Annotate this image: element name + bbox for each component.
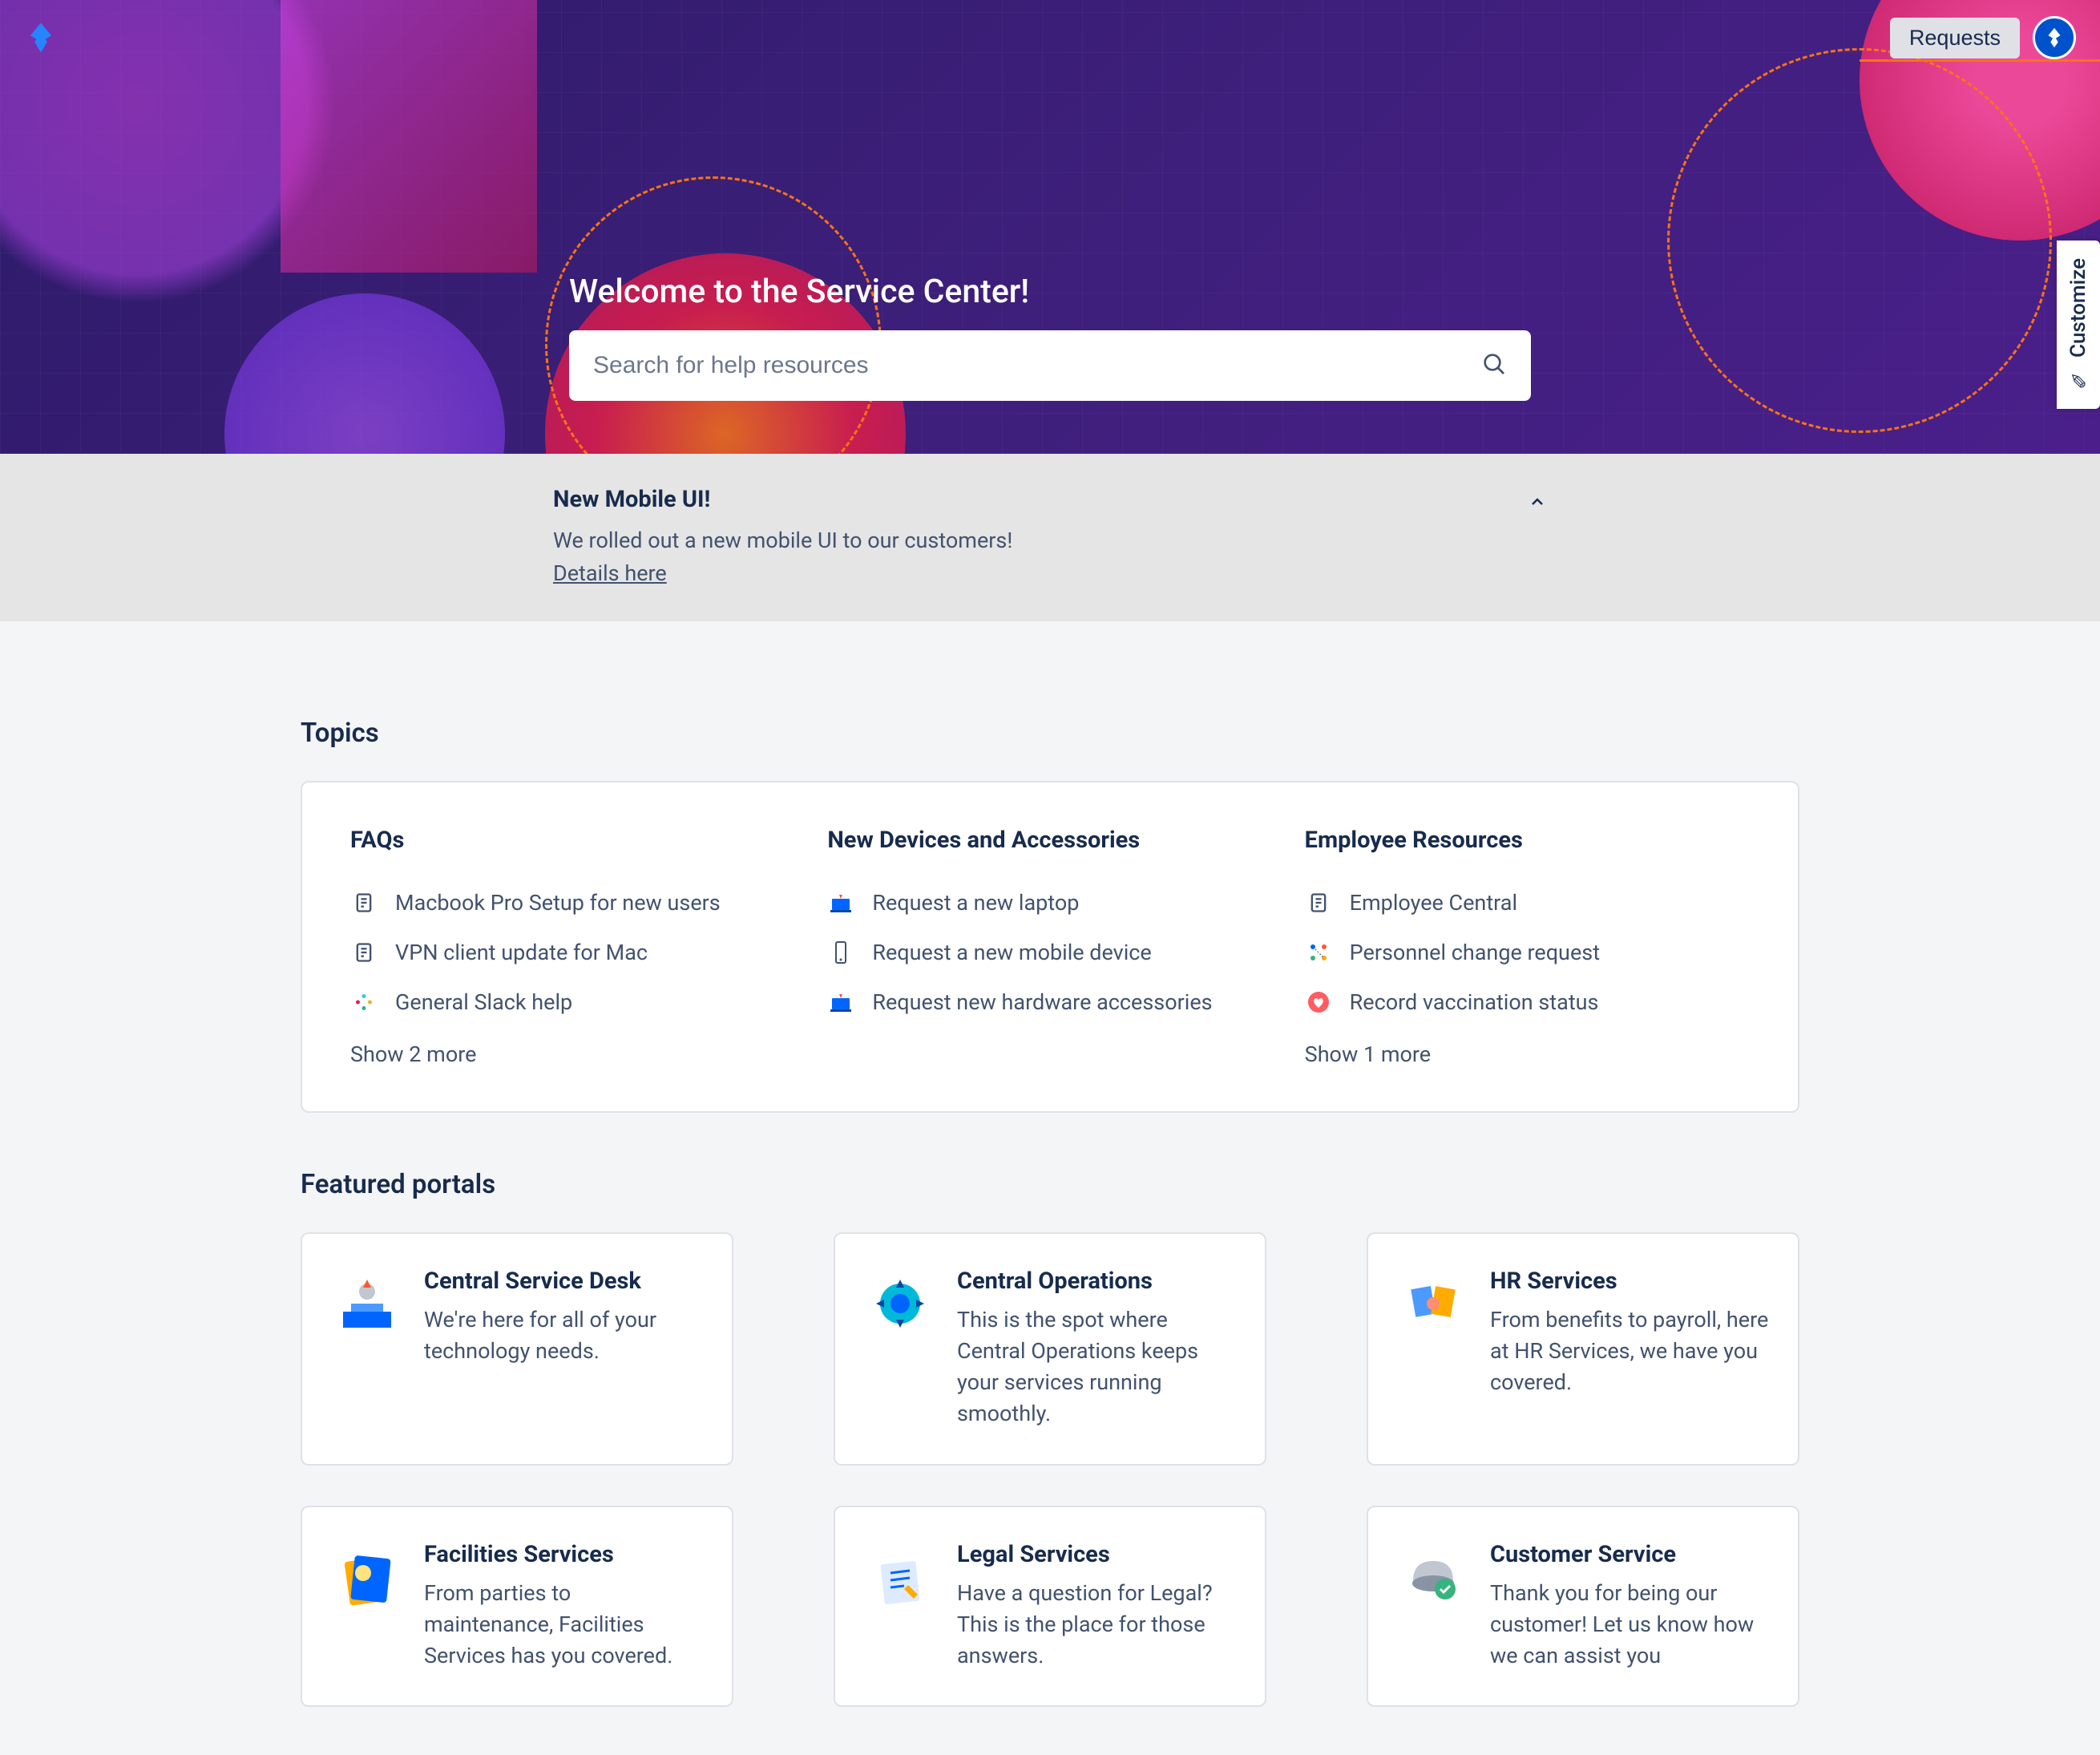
topic-item-label: General Slack help (395, 989, 572, 1015)
topic-col-heading: Employee Resources (1305, 827, 1750, 854)
portal-card[interactable]: Central Service Desk We're here for all … (301, 1232, 733, 1466)
search-container (569, 330, 1531, 401)
show-more-link[interactable]: Show 1 more (1305, 1041, 1750, 1067)
legal-icon (864, 1541, 936, 1613)
announcement-banner: New Mobile UI! We rolled out a new mobil… (0, 454, 2100, 621)
search-input[interactable] (593, 352, 1481, 379)
portal-desc: This is the spot where Central Operation… (957, 1304, 1236, 1430)
service-desk-icon (331, 1268, 403, 1340)
topic-item-label: Record vaccination status (1350, 989, 1599, 1015)
facilities-icon (331, 1541, 403, 1613)
app-logo-icon[interactable] (24, 21, 58, 55)
topic-item[interactable]: Request a new laptop (827, 878, 1272, 928)
document-icon (350, 939, 378, 966)
portal-desc: From benefits to payroll, here at HR Ser… (1490, 1304, 1769, 1398)
portal-title: HR Services (1490, 1268, 1769, 1295)
portal-desc: Thank you for being our customer! Let us… (1490, 1578, 1769, 1672)
topic-item[interactable]: General Slack help (350, 977, 795, 1027)
portal-desc: From parties to maintenance, Facilities … (424, 1578, 703, 1672)
hero-banner: Requests Welcome to the Service Center! (0, 0, 2100, 454)
document-icon (350, 889, 378, 916)
topic-item-label: Request a new mobile device (872, 940, 1151, 965)
phone-icon (827, 939, 854, 966)
portal-title: Central Operations (957, 1268, 1236, 1295)
search-icon[interactable] (1481, 351, 1507, 380)
topic-item[interactable]: Request a new mobile device (827, 928, 1272, 977)
portals-heading: Featured portals (301, 1169, 1799, 1200)
topic-col-heading: New Devices and Accessories (827, 827, 1272, 854)
portal-title: Customer Service (1490, 1541, 1769, 1568)
topics-heading: Topics (301, 718, 1799, 749)
chevron-up-icon[interactable] (1528, 492, 1547, 515)
portal-title: Legal Services (957, 1541, 1236, 1568)
dots-icon (1305, 939, 1332, 966)
portals-grid: Central Service Desk We're here for all … (301, 1232, 1799, 1707)
topic-item[interactable]: Macbook Pro Setup for new users (350, 878, 795, 928)
pencil-icon: ✎ (2066, 367, 2090, 391)
hero-title: Welcome to the Service Center! (569, 273, 1531, 311)
topic-item-label: Employee Central (1350, 890, 1517, 916)
portal-card[interactable]: Customer Service Thank you for being our… (1367, 1506, 1799, 1707)
portal-title: Facilities Services (424, 1541, 703, 1568)
portal-card[interactable]: Legal Services Have a question for Legal… (834, 1506, 1266, 1707)
operations-icon (864, 1268, 936, 1340)
document-icon (1305, 889, 1332, 916)
topic-item-label: Request a new laptop (872, 890, 1079, 916)
topic-item-label: Macbook Pro Setup for new users (395, 890, 721, 916)
portal-desc: Have a question for Legal? This is the p… (957, 1578, 1236, 1672)
show-more-link[interactable]: Show 2 more (350, 1041, 795, 1067)
announcement-link[interactable]: Details here (553, 560, 667, 586)
requests-button[interactable]: Requests (1890, 18, 2020, 59)
topics-card: FAQs Macbook Pro Setup for new users VPN… (301, 781, 1799, 1113)
topic-item-label: Personnel change request (1350, 940, 1600, 965)
customize-label: Customize (2066, 258, 2090, 358)
portal-desc: We're here for all of your technology ne… (424, 1304, 703, 1367)
slack-icon (350, 989, 378, 1016)
portal-title: Central Service Desk (424, 1268, 703, 1295)
topic-item[interactable]: Request new hardware accessories (827, 977, 1272, 1027)
announcement-body: We rolled out a new mobile UI to our cus… (553, 524, 1547, 589)
portal-card[interactable]: Facilities Services From parties to main… (301, 1506, 733, 1707)
topic-item[interactable]: Employee Central (1305, 878, 1750, 928)
laptop-icon (827, 989, 854, 1016)
customize-tab[interactable]: ✎ Customize (2057, 241, 2100, 409)
announcement-title: New Mobile UI! (553, 486, 1547, 513)
user-avatar[interactable] (2033, 16, 2076, 59)
portal-card[interactable]: Central Operations This is the spot wher… (834, 1232, 1266, 1466)
topic-item[interactable]: Personnel change request (1305, 928, 1750, 977)
topic-item-label: Request new hardware accessories (872, 989, 1212, 1015)
customer-icon (1397, 1541, 1469, 1613)
topic-item[interactable]: Record vaccination status (1305, 977, 1750, 1027)
topic-item-label: VPN client update for Mac (395, 940, 648, 965)
hr-icon (1397, 1268, 1469, 1340)
portal-card[interactable]: HR Services From benefits to payroll, he… (1367, 1232, 1799, 1466)
topic-item[interactable]: VPN client update for Mac (350, 928, 795, 977)
topic-col-heading: FAQs (350, 827, 795, 854)
heart-icon (1305, 989, 1332, 1016)
laptop-icon (827, 889, 854, 916)
